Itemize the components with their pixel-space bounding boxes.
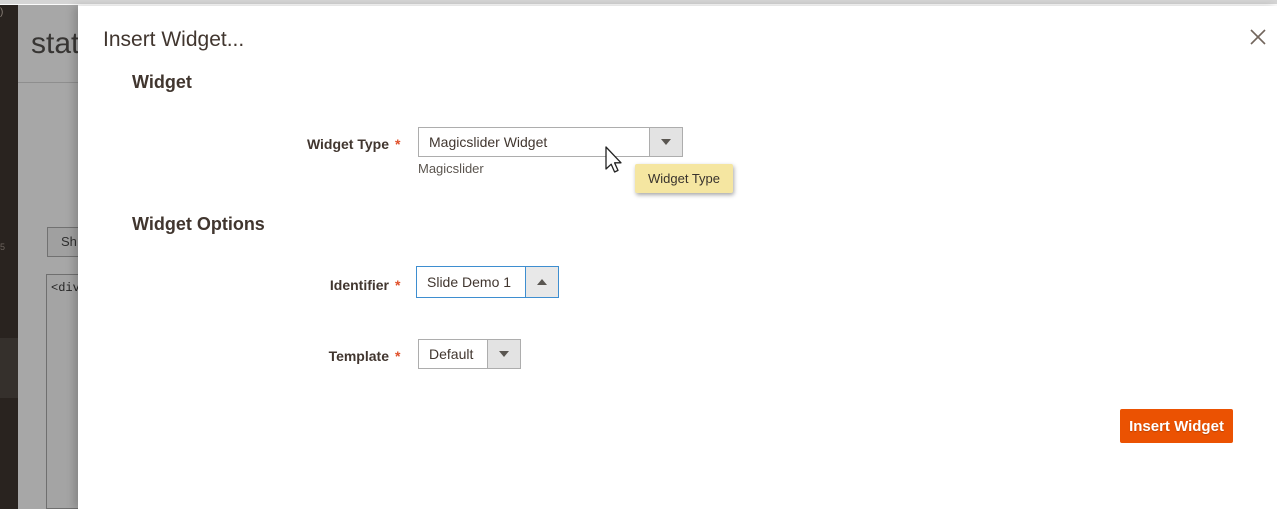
identifier-label: Identifier [78, 277, 389, 293]
identifier-value: Slide Demo 1 [427, 267, 511, 297]
widget-type-tooltip: Widget Type [635, 164, 733, 193]
admin-sidebar: ) 5 [0, 5, 18, 509]
required-asterisk: * [395, 348, 400, 364]
chevron-down-icon [661, 139, 671, 145]
modal-title: Insert Widget... [103, 25, 244, 54]
sidebar-icon-fragment: 5 [0, 242, 5, 252]
identifier-dropdown-button[interactable] [525, 267, 558, 297]
insert-widget-modal: Insert Widget... Widget Widget Type * Ma… [78, 6, 1277, 509]
required-asterisk: * [395, 277, 400, 293]
section-heading-widget: Widget [132, 72, 192, 93]
widget-type-value: Magicslider Widget [429, 128, 547, 156]
close-icon [1248, 27, 1268, 47]
close-button[interactable] [1246, 26, 1270, 50]
chevron-down-icon [499, 351, 509, 357]
widget-type-dropdown-button[interactable] [649, 128, 682, 156]
section-heading-widget-options: Widget Options [132, 214, 265, 235]
insert-widget-button[interactable]: Insert Widget [1120, 409, 1233, 443]
sidebar-icon-fragment: ) [0, 8, 3, 18]
page-title-fragment: stat [31, 27, 79, 61]
chevron-up-icon [537, 279, 547, 285]
required-asterisk: * [395, 136, 400, 152]
page-overlay: stat Sh <div [18, 5, 78, 509]
page-divider [18, 82, 78, 83]
template-dropdown-button[interactable] [487, 340, 520, 368]
widget-type-label: Widget Type [78, 136, 389, 152]
widget-type-note: Magicslider [418, 161, 484, 176]
template-select[interactable]: Default [418, 339, 521, 369]
template-value: Default [429, 340, 473, 368]
sidebar-highlighted-item [0, 338, 18, 398]
widget-type-select[interactable]: Magicslider Widget [418, 127, 683, 157]
identifier-select[interactable]: Slide Demo 1 [416, 266, 559, 298]
template-label: Template [78, 348, 389, 364]
